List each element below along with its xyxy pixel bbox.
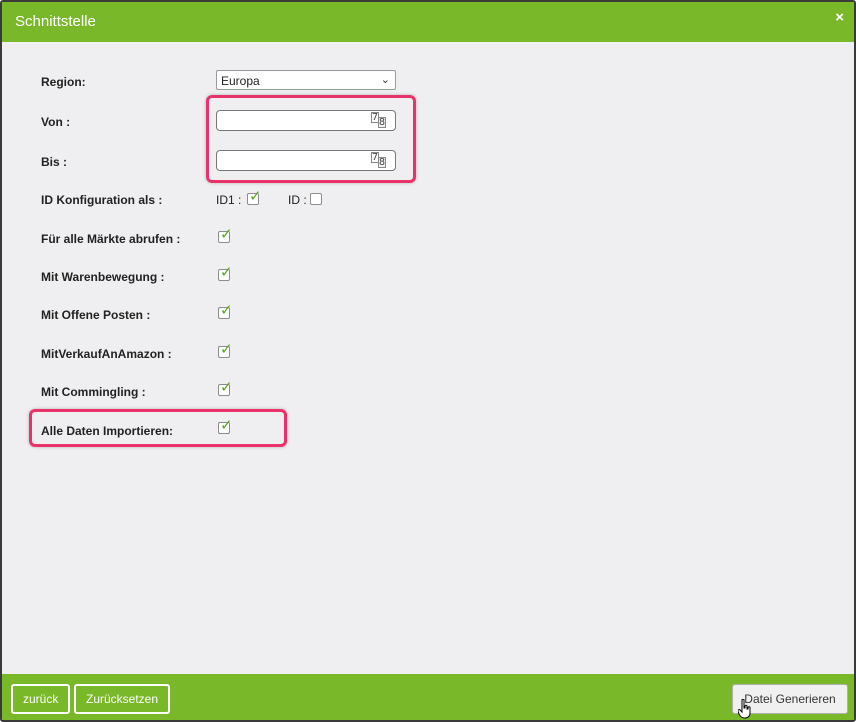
all-markets-label: Für alle Märkte abrufen :	[41, 232, 181, 246]
commingling-checkbox[interactable]: ✓	[218, 379, 233, 396]
all-markets-checkbox[interactable]: ✓	[218, 226, 233, 243]
commingling-label: Mit Commingling :	[41, 385, 146, 399]
dialog: Schnittstelle × Region: Europa ⌄ Von : 7…	[0, 0, 856, 722]
checkmark-icon: ✓	[220, 264, 233, 281]
reset-button[interactable]: Zurücksetzen	[74, 684, 171, 714]
checkmark-icon: ✓	[220, 379, 233, 396]
highlight-alle-daten	[29, 409, 287, 447]
region-select-value: Europa	[221, 74, 260, 88]
id1-label: ID1 :	[216, 193, 242, 207]
dialog-title: Schnittstelle	[15, 13, 96, 30]
checkmark-icon: ✓	[220, 302, 233, 319]
checkmark-icon: ✓	[249, 188, 262, 205]
verkauf-amazon-label: MitVerkaufAnAmazon :	[41, 347, 172, 361]
chevron-down-icon: ⌄	[380, 74, 390, 86]
dialog-content: Region: Europa ⌄ Von : 7 8 Bis : 7 8 ID …	[2, 42, 854, 674]
checkmark-icon: ✓	[220, 226, 233, 243]
dialog-titlebar: Schnittstelle ×	[2, 2, 854, 42]
checkmark-icon: ✓	[220, 341, 233, 358]
back-button[interactable]: zurück	[11, 684, 71, 714]
offene-posten-label: Mit Offene Posten :	[41, 308, 151, 322]
highlight-date-range	[206, 95, 416, 183]
warenbewegung-label: Mit Warenbewegung :	[41, 270, 165, 284]
id-checkbox[interactable]	[310, 193, 322, 205]
dialog-footer: zurück Zurücksetzen Datei Generieren	[2, 674, 854, 720]
warenbewegung-checkbox[interactable]: ✓	[218, 264, 233, 281]
region-select[interactable]: Europa ⌄	[216, 70, 396, 90]
bis-label: Bis :	[41, 155, 68, 169]
verkauf-amazon-checkbox[interactable]: ✓	[218, 341, 233, 358]
region-label: Region:	[41, 75, 86, 89]
id-config-label: ID Konfiguration als :	[41, 193, 163, 207]
hand-cursor-icon	[738, 699, 751, 719]
id1-checkbox[interactable]: ✓	[247, 188, 262, 205]
close-icon[interactable]: ×	[835, 9, 844, 27]
offene-posten-checkbox[interactable]: ✓	[218, 302, 233, 319]
von-label: Von :	[41, 115, 71, 129]
id-label: ID :	[288, 193, 307, 207]
